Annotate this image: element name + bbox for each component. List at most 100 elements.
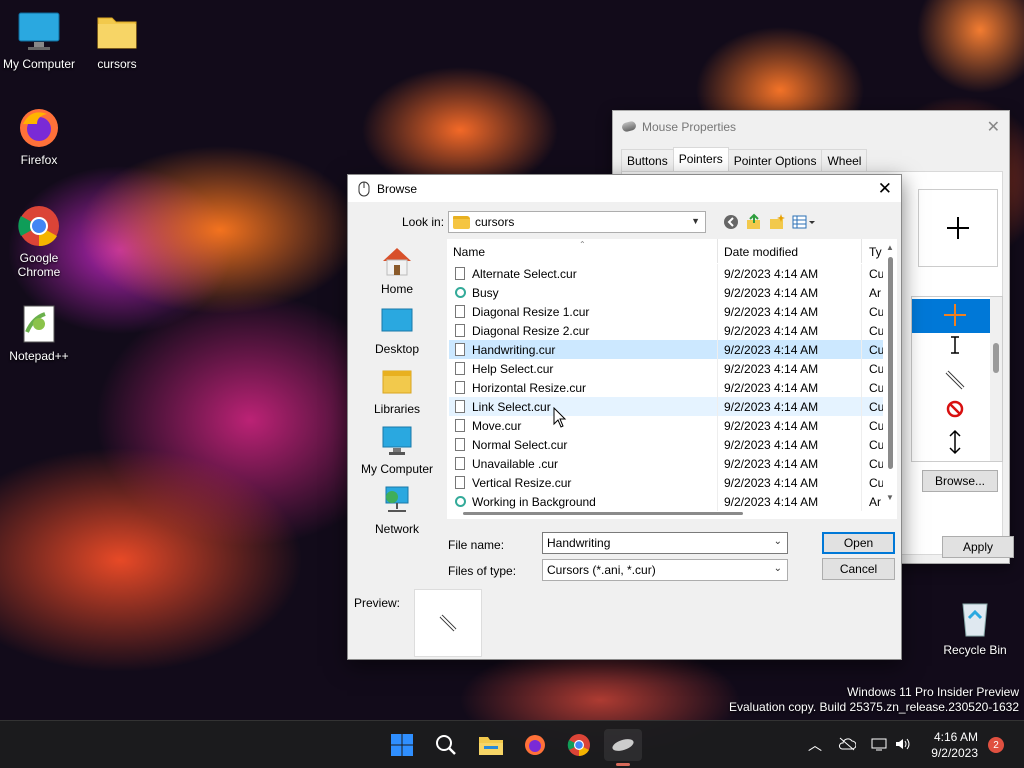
column-header-date-modified[interactable]: Date modified xyxy=(724,245,798,259)
desktop-icon-notepad-plus-plus[interactable]: Notepad++ xyxy=(1,302,77,363)
desktop-icon-recycle-bin[interactable]: Recycle Bin xyxy=(937,596,1013,657)
chevron-down-icon[interactable]: ⌄ xyxy=(774,536,782,547)
file-date-cell: 9/2/2023 4:14 AM xyxy=(724,305,819,319)
desktop-icon-my-computer[interactable]: My Computer xyxy=(1,10,77,71)
cursor-scheme-list[interactable] xyxy=(911,296,1003,462)
file-row[interactable]: Horizontal Resize.cur 9/2/2023 4:14 AM Cu xyxy=(449,378,885,397)
files-of-type-dropdown[interactable]: Cursors (*.ani, *.cur) ⌄ xyxy=(542,559,788,581)
file-name-label: File name: xyxy=(448,538,505,552)
text-select-icon xyxy=(951,336,959,354)
file-explorer-icon xyxy=(479,737,503,755)
file-name-combo[interactable]: Handwriting ⌄ xyxy=(542,532,788,554)
cursor-file-icon xyxy=(455,400,465,413)
firefox-icon xyxy=(17,106,61,150)
mouse-pointer-icon xyxy=(553,407,567,428)
apply-button[interactable]: Apply xyxy=(942,536,1014,558)
firefox-icon xyxy=(525,735,545,755)
file-row[interactable]: Unavailable .cur 9/2/2023 4:14 AM Cu xyxy=(449,454,885,473)
search-button[interactable] xyxy=(430,729,462,761)
mouse-properties-titlebar[interactable]: Mouse Properties xyxy=(613,111,1009,142)
scroll-up-icon[interactable]: ▲ xyxy=(886,243,894,252)
scroll-down-icon[interactable]: ▼ xyxy=(886,493,894,502)
file-name-cell: Unavailable .cur xyxy=(472,457,559,471)
browse-titlebar[interactable]: Browse xyxy=(348,175,901,202)
unavailable-icon xyxy=(946,400,964,418)
file-name-cell: Diagonal Resize 2.cur xyxy=(472,324,590,338)
animated-cursor-icon xyxy=(455,496,466,507)
look-in-dropdown[interactable]: cursors ▼ xyxy=(448,211,706,233)
file-row[interactable]: Diagonal Resize 1.cur 9/2/2023 4:14 AM Cu xyxy=(449,302,885,321)
start-button[interactable] xyxy=(386,729,418,761)
open-button[interactable]: Open xyxy=(822,532,895,554)
list-scrollbar[interactable] xyxy=(990,297,1002,461)
place-desktop[interactable]: Desktop xyxy=(352,301,442,361)
up-folder-icon[interactable] xyxy=(745,213,763,231)
mouse-icon xyxy=(612,739,634,751)
cursor-file-icon xyxy=(455,457,465,470)
place-my-computer[interactable]: My Computer xyxy=(352,421,442,481)
file-name-cell: Horizontal Resize.cur xyxy=(472,381,587,395)
clock-time: 4:16 AM xyxy=(933,730,978,744)
desktop-icon-google-chrome[interactable]: Google Chrome xyxy=(1,204,77,279)
place-network[interactable]: Network xyxy=(352,481,442,541)
desktop-icon-label: cursors xyxy=(97,57,137,71)
file-row[interactable]: Handwriting.cur 9/2/2023 4:14 AM Cu xyxy=(449,340,885,359)
file-row[interactable]: Busy 9/2/2023 4:14 AM Ar xyxy=(449,283,885,302)
chevron-down-icon: ⌄ xyxy=(773,563,782,574)
desktop-icon-firefox[interactable]: Firefox xyxy=(1,106,77,167)
cancel-button[interactable]: Cancel xyxy=(822,558,895,580)
file-row[interactable]: Normal Select.cur 9/2/2023 4:14 AM Cu xyxy=(449,435,885,454)
back-icon[interactable] xyxy=(722,213,740,231)
chrome-icon xyxy=(567,734,590,757)
desktop-icon-label: Firefox xyxy=(20,153,58,167)
file-date-cell: 9/2/2023 4:14 AM xyxy=(724,343,819,357)
place-home[interactable]: Home xyxy=(352,241,442,301)
tab-pointers[interactable]: Pointers xyxy=(672,147,729,172)
recycle-bin-icon xyxy=(953,596,997,640)
file-list[interactable]: ⌃ Name Date modified Ty Alternate Select… xyxy=(447,239,897,519)
scroll-thumb[interactable] xyxy=(463,512,743,515)
chevron-up-icon[interactable]: ︿ xyxy=(808,735,822,755)
network-icon[interactable] xyxy=(870,736,888,752)
file-name-cell: Link Select.cur xyxy=(472,400,551,414)
desktop-icon xyxy=(381,308,413,332)
column-header-name[interactable]: Name xyxy=(453,245,485,259)
folder-icon xyxy=(95,10,139,54)
column-header-type[interactable]: Ty xyxy=(869,245,882,259)
taskbar-file-explorer[interactable] xyxy=(475,729,507,761)
place-label: Home xyxy=(380,282,413,296)
cloud-offline-icon[interactable] xyxy=(838,736,856,752)
file-row[interactable]: Help Select.cur 9/2/2023 4:14 AM Cu xyxy=(449,359,885,378)
browse-button[interactable]: Browse... xyxy=(922,470,998,492)
file-name-cell: Normal Select.cur xyxy=(472,438,568,452)
file-row[interactable]: Alternate Select.cur 9/2/2023 4:14 AM Cu xyxy=(449,264,885,283)
place-libraries[interactable]: Libraries xyxy=(352,361,442,421)
file-row[interactable]: Diagonal Resize 2.cur 9/2/2023 4:14 AM Cu xyxy=(449,321,885,340)
desktop-icon-cursors[interactable]: cursors xyxy=(79,10,155,71)
file-name-cell: Move.cur xyxy=(472,419,522,433)
file-name-cell: Help Select.cur xyxy=(472,362,554,376)
desktop-icon-label: My Computer xyxy=(2,57,76,71)
taskbar-mouse-properties[interactable] xyxy=(604,729,642,766)
file-name-cell: Busy xyxy=(472,286,499,300)
taskbar-chrome[interactable] xyxy=(563,729,595,761)
desktop-icon-label: Google Chrome xyxy=(17,251,61,279)
file-date-cell: 9/2/2023 4:14 AM xyxy=(724,438,819,452)
view-menu-icon[interactable] xyxy=(792,213,818,231)
close-icon[interactable]: ✕ xyxy=(987,117,1000,137)
cursor-preview-box xyxy=(414,589,482,657)
file-row[interactable]: Vertical Resize.cur 9/2/2023 4:14 AM Cu xyxy=(449,473,885,492)
clock[interactable]: 4:16 AM 9/2/2023 xyxy=(924,729,978,761)
browse-dialog: Browse ✕ Look in: cursors ▼ Home Desktop… xyxy=(347,174,902,660)
place-label: Desktop xyxy=(374,342,420,356)
new-folder-icon[interactable] xyxy=(768,213,786,231)
close-icon[interactable]: ✕ xyxy=(878,179,892,199)
file-row[interactable]: Link Select.cur 9/2/2023 4:14 AM Cu xyxy=(449,397,885,416)
scroll-thumb[interactable] xyxy=(888,257,893,469)
taskbar-firefox[interactable] xyxy=(519,729,551,761)
horizontal-scrollbar[interactable] xyxy=(447,507,883,519)
volume-icon[interactable] xyxy=(894,736,912,752)
notification-badge[interactable]: 2 xyxy=(988,737,1004,753)
file-row[interactable]: Move.cur 9/2/2023 4:14 AM Cu xyxy=(449,416,885,435)
vertical-scrollbar[interactable]: ▲ ▼ xyxy=(883,239,897,507)
